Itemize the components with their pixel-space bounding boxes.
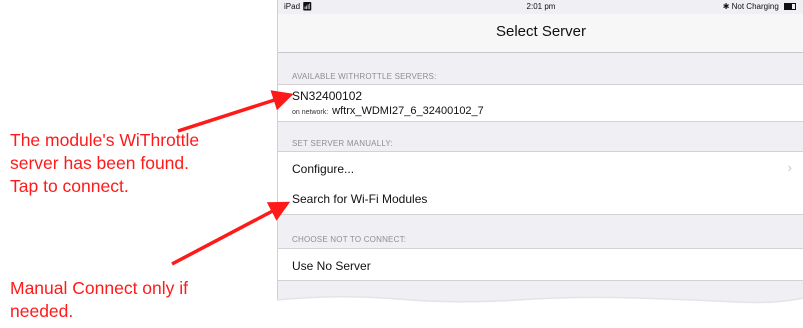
annotation-arrows [171,90,294,266]
arrow-to-search [171,201,291,266]
arrow-to-server [177,90,294,133]
